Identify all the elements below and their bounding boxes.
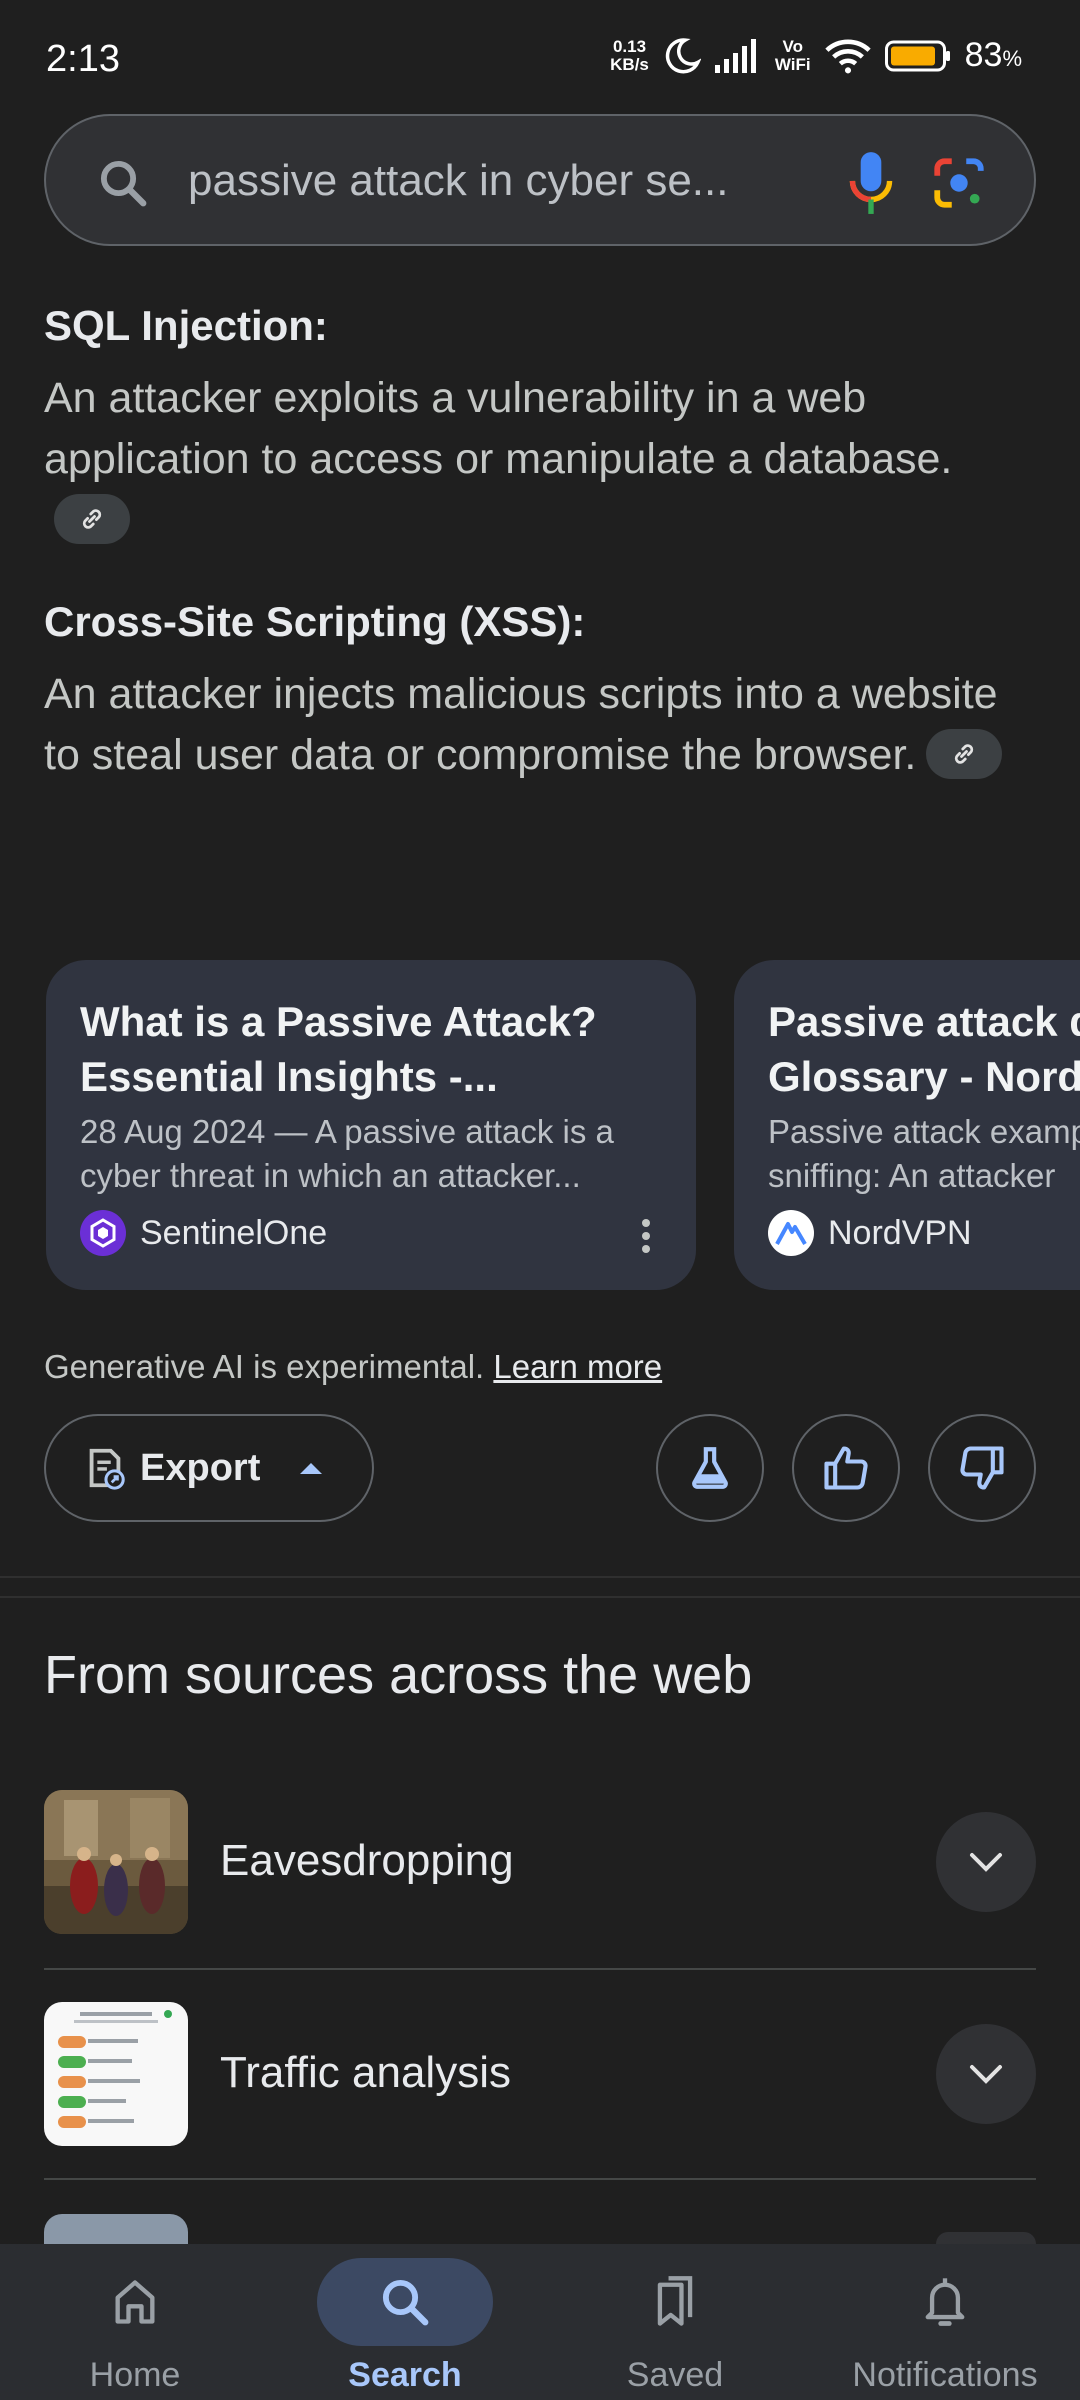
nav-search[interactable]: Search — [270, 2244, 540, 2400]
export-button[interactable]: Export — [44, 1414, 374, 1522]
row-divider — [44, 2178, 1036, 2180]
status-time: 2:13 — [46, 38, 120, 80]
thumbs-up-icon — [824, 1446, 868, 1490]
source-card-snippet: Passive attack examp sniffing: An attacke… — [768, 1113, 1080, 1194]
search-icon — [382, 2279, 429, 2326]
ai-item-text: An attacker injects malicious scripts in… — [44, 664, 1034, 786]
battery-percentage: 83% — [964, 36, 1022, 74]
learn-more-link[interactable]: Learn more — [493, 1348, 662, 1385]
ai-item-heading: SQL Injection: — [44, 302, 328, 349]
section-divider — [0, 1596, 1080, 1598]
section-divider — [0, 1576, 1080, 1578]
source-card-snippet: 28 Aug 2024 — A passive attack is a cybe… — [80, 1113, 614, 1194]
ai-item-text: An attacker exploits a vulnerability in … — [44, 368, 1034, 551]
nav-notifications-label: Notifications — [852, 2356, 1038, 2394]
status-bar: 2:13 0.13 KB/s Vo WiFi 83% — [0, 0, 1080, 110]
vowifi-indicator: Vo WiFi — [774, 36, 811, 74]
ai-item: Cross-Site Scripting (XSS): An attacker … — [44, 598, 1034, 786]
web-source-item[interactable]: Traffic analysis — [44, 2002, 1036, 2212]
flask-icon — [692, 1447, 728, 1489]
source-card-site: NordVPN — [768, 1210, 972, 1256]
expand-button[interactable] — [936, 2232, 1036, 2244]
nav-home[interactable]: Home — [0, 2244, 270, 2400]
source-card-title: Passive attack d Glossary - Nord — [768, 998, 1080, 1100]
export-label: Export — [140, 1446, 261, 1489]
labs-button[interactable] — [656, 1414, 764, 1522]
ai-disclaimer: Generative AI is experimental. Learn mor… — [44, 1348, 663, 1385]
search-input[interactable]: passive attack in cyber se... — [188, 156, 788, 206]
bell-icon — [925, 2278, 965, 2326]
nav-notifications[interactable]: Notifications — [810, 2244, 1080, 2400]
sentinelone-logo-icon — [80, 1210, 126, 1256]
traffic-analysis-thumbnail — [44, 2002, 188, 2146]
source-card[interactable]: What is a Passive Attack? Essential Insi… — [46, 960, 696, 1290]
web-sources-title: From sources across the web — [44, 1645, 753, 1705]
lens-icon[interactable] — [930, 154, 988, 212]
battery-icon — [884, 40, 950, 71]
home-icon — [115, 2280, 155, 2324]
link-icon — [82, 508, 102, 529]
nav-saved[interactable]: Saved — [540, 2244, 810, 2400]
thumbs-down-button[interactable] — [928, 1414, 1036, 1522]
network-speed: 0.13 KB/s — [610, 36, 649, 74]
more-vert-icon[interactable] — [640, 1218, 652, 1254]
bookmarks-icon — [657, 2276, 693, 2326]
mic-icon[interactable] — [846, 150, 896, 216]
nordvpn-logo-icon — [768, 1210, 814, 1256]
expand-button[interactable] — [936, 1812, 1036, 1912]
thumbs-down-icon — [960, 1446, 1004, 1490]
citation-link-button[interactable] — [926, 728, 1003, 779]
caret-up-icon — [300, 1463, 323, 1474]
search-icon — [100, 160, 147, 207]
source-card-title: What is a Passive Attack? Essential Insi… — [80, 998, 597, 1100]
search-bar[interactable]: passive attack in cyber se... — [44, 114, 1036, 246]
nav-search-label: Search — [348, 2356, 462, 2394]
chevron-down-icon — [970, 1853, 1002, 1872]
link-icon — [955, 743, 974, 764]
source-card-site: SentinelOne — [80, 1210, 327, 1256]
web-source-label: Eavesdropping — [220, 1836, 514, 1885]
thumbs-up-button[interactable] — [792, 1414, 900, 1522]
ai-item-heading: Cross-Site Scripting (XSS): — [44, 598, 586, 645]
moon-icon — [665, 37, 701, 73]
chevron-down-icon — [970, 2065, 1002, 2084]
web-source-thumbnail — [44, 2214, 188, 2244]
ai-item: SQL Injection: An attacker exploits a vu… — [44, 302, 1034, 551]
eavesdropping-thumbnail — [44, 1790, 188, 1934]
expand-button[interactable] — [936, 2024, 1036, 2124]
bottom-navigation: Home Search Saved Notifications — [0, 2244, 1080, 2400]
document-export-icon — [89, 1448, 125, 1490]
citation-link-button[interactable] — [54, 493, 130, 544]
row-divider — [44, 1968, 1036, 1970]
wifi-icon — [824, 39, 871, 73]
web-source-label: Traffic analysis — [220, 2048, 511, 2097]
status-icons: 0.13 KB/s Vo WiFi 83% — [610, 36, 1022, 75]
nav-home-label: Home — [89, 2356, 181, 2394]
source-card[interactable]: Passive attack d Glossary - Nord Passive … — [734, 960, 1080, 1290]
signal-icon — [714, 38, 756, 73]
nav-saved-label: Saved — [626, 2356, 724, 2394]
